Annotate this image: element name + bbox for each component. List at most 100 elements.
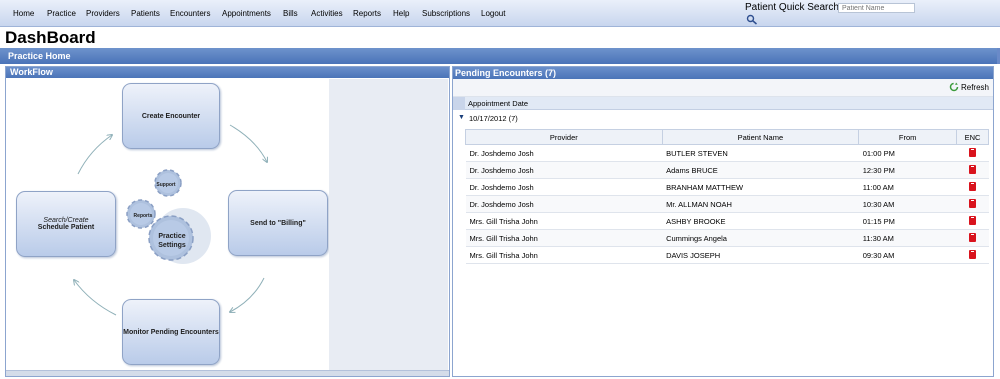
cell-patient: DAVIS JOSEPH	[662, 246, 859, 264]
cell-patient: Mr. ALLMAN NOAH	[662, 195, 859, 213]
cell-provider: Dr. Joshdemo Josh	[465, 195, 663, 213]
encounter-icon[interactable]	[968, 232, 976, 242]
nav-bills[interactable]: Bills	[283, 9, 298, 18]
cell-provider: Dr. Joshdemo Josh	[465, 144, 663, 162]
workflow-header: WorkFlow	[6, 67, 449, 78]
section-header: Practice Home	[0, 48, 1000, 64]
arrow-to-schedule	[74, 280, 117, 316]
table-row[interactable]: Dr. Joshdemo Josh Adams BRUCE 12:30 PM	[465, 161, 989, 179]
cell-enc	[956, 195, 989, 213]
nav-patients[interactable]: Patients	[131, 9, 160, 18]
cell-provider: Dr. Joshdemo Josh	[465, 178, 663, 196]
cell-from: 10:30 AM	[858, 195, 957, 213]
monitor-pending-label: Monitor Pending Encounters	[123, 328, 219, 336]
gear-practice-label: Practice	[158, 233, 185, 240]
cell-enc	[956, 246, 989, 264]
table-row[interactable]: Dr. Joshdemo Josh BUTLER STEVEN 01:00 PM	[465, 144, 989, 162]
cell-from: 09:30 AM	[858, 246, 957, 264]
nav-appointments[interactable]: Appointments	[222, 9, 271, 18]
gear-settings-label: Settings	[158, 242, 186, 249]
schedule-patient-label: Schedule Patient	[37, 224, 95, 231]
workflow-panel: WorkFlow Support Reports Practice Settin…	[5, 66, 450, 377]
page-title: DashBoard	[5, 28, 96, 47]
cell-enc	[956, 212, 989, 230]
create-encounter-box[interactable]: Create Encounter	[122, 83, 220, 149]
workflow-diagram: Support Reports Practice Settings Create…	[8, 80, 329, 370]
cell-from: 01:15 PM	[858, 212, 957, 230]
cell-from: 11:00 AM	[858, 178, 957, 196]
group-by-panel: Appointment Date	[453, 97, 993, 110]
cell-provider: Dr. Joshdemo Josh	[465, 161, 663, 179]
cell-patient: ASHBY BROOKE	[662, 212, 859, 230]
search-create-label: Search/Create	[43, 217, 89, 224]
col-from[interactable]: From	[858, 129, 958, 145]
nav-help[interactable]: Help	[393, 9, 409, 18]
table-row[interactable]: Dr. Joshdemo Josh BRANHAM MATTHEW 11:00 …	[465, 178, 989, 196]
nav-practice[interactable]: Practice	[47, 9, 76, 18]
refresh-icon	[949, 82, 959, 92]
nav-providers[interactable]: Providers	[86, 9, 120, 18]
table-row[interactable]: Mrs. Gill Trisha John DAVIS JOSEPH 09:30…	[465, 246, 989, 264]
encounter-icon[interactable]	[968, 147, 976, 157]
grid-toolbar: Refresh	[453, 79, 993, 97]
top-nav: Home Practice Providers Patients Encount…	[0, 0, 1000, 27]
col-patient-name[interactable]: Patient Name	[661, 129, 860, 145]
cell-provider: Mrs. Gill Trisha John	[465, 229, 663, 247]
pending-encounters-panel: Pending Encounters (7) Refresh Appointme…	[452, 66, 994, 377]
gear-support-label: Support	[156, 182, 175, 188]
nav-home[interactable]: Home	[13, 9, 34, 18]
monitor-pending-box[interactable]: Monitor Pending Encounters	[122, 299, 220, 365]
cell-patient: BUTLER STEVEN	[662, 144, 859, 162]
search-icon[interactable]	[746, 14, 758, 25]
quick-search-label: Patient Quick Search:	[745, 2, 842, 13]
arrow-to-create	[77, 135, 112, 175]
create-encounter-label: Create Encounter	[141, 112, 201, 120]
send-to-billing-box[interactable]: Send to "Billing"	[228, 190, 328, 256]
nav-subscriptions[interactable]: Subscriptions	[422, 9, 470, 18]
workflow-side-area	[329, 79, 448, 370]
encounter-icon[interactable]	[968, 181, 976, 191]
cell-provider: Mrs. Gill Trisha John	[465, 246, 663, 264]
nav-logout[interactable]: Logout	[481, 9, 505, 18]
table-row[interactable]: Dr. Joshdemo Josh Mr. ALLMAN NOAH 10:30 …	[465, 195, 989, 213]
cell-enc	[956, 178, 989, 196]
cell-from: 01:00 PM	[858, 144, 957, 162]
schedule-patient-box[interactable]: Search/Create Schedule Patient	[16, 191, 116, 257]
col-enc[interactable]: ENC	[956, 129, 989, 145]
col-provider[interactable]: Provider	[465, 129, 663, 145]
arrow-to-billing	[229, 124, 267, 162]
cell-patient: Adams BRUCE	[662, 161, 859, 179]
encounter-icon[interactable]	[968, 249, 976, 259]
encounter-icon[interactable]	[968, 198, 976, 208]
horizontal-scrollbar[interactable]	[6, 370, 449, 376]
cell-from: 11:30 AM	[858, 229, 957, 247]
table-row[interactable]: Mrs. Gill Trisha John Cummings Angela 11…	[465, 229, 989, 247]
section-title: Practice Home	[8, 51, 71, 61]
group-row: ▼ 10/17/2012 (7)	[453, 111, 993, 125]
cell-enc	[956, 229, 989, 247]
cell-patient: Cummings Angela	[662, 229, 859, 247]
cell-from: 12:30 PM	[858, 161, 957, 179]
cell-enc	[956, 161, 989, 179]
group-indent	[453, 97, 465, 110]
encounter-icon[interactable]	[968, 164, 976, 174]
arrow-to-monitor	[230, 277, 265, 312]
nav-reports[interactable]: Reports	[353, 9, 381, 18]
cell-provider: Mrs. Gill Trisha John	[465, 212, 663, 230]
table-row[interactable]: Mrs. Gill Trisha John ASHBY BROOKE 01:15…	[465, 212, 989, 230]
collapse-arrow-icon[interactable]: ▼	[458, 114, 465, 121]
encounter-icon[interactable]	[968, 215, 976, 225]
refresh-label: Refresh	[960, 82, 989, 92]
encounters-table: Provider Patient Name From ENC Dr. Joshd…	[465, 129, 989, 264]
group-date-label: 10/17/2012 (7)	[469, 114, 518, 123]
cell-enc	[956, 144, 989, 162]
patient-quick-search-input[interactable]	[838, 3, 915, 13]
group-by-appointment-date[interactable]: Appointment Date	[468, 99, 528, 108]
send-to-billing-label: Send to "Billing"	[250, 219, 306, 227]
nav-encounters[interactable]: Encounters	[170, 9, 210, 18]
cell-patient: BRANHAM MATTHEW	[662, 178, 859, 196]
pending-encounters-header: Pending Encounters (7)	[453, 67, 993, 79]
nav-activities[interactable]: Activities	[311, 9, 343, 18]
refresh-button[interactable]: Refresh	[949, 82, 989, 92]
pending-encounters-title: Pending Encounters (7)	[455, 68, 557, 78]
